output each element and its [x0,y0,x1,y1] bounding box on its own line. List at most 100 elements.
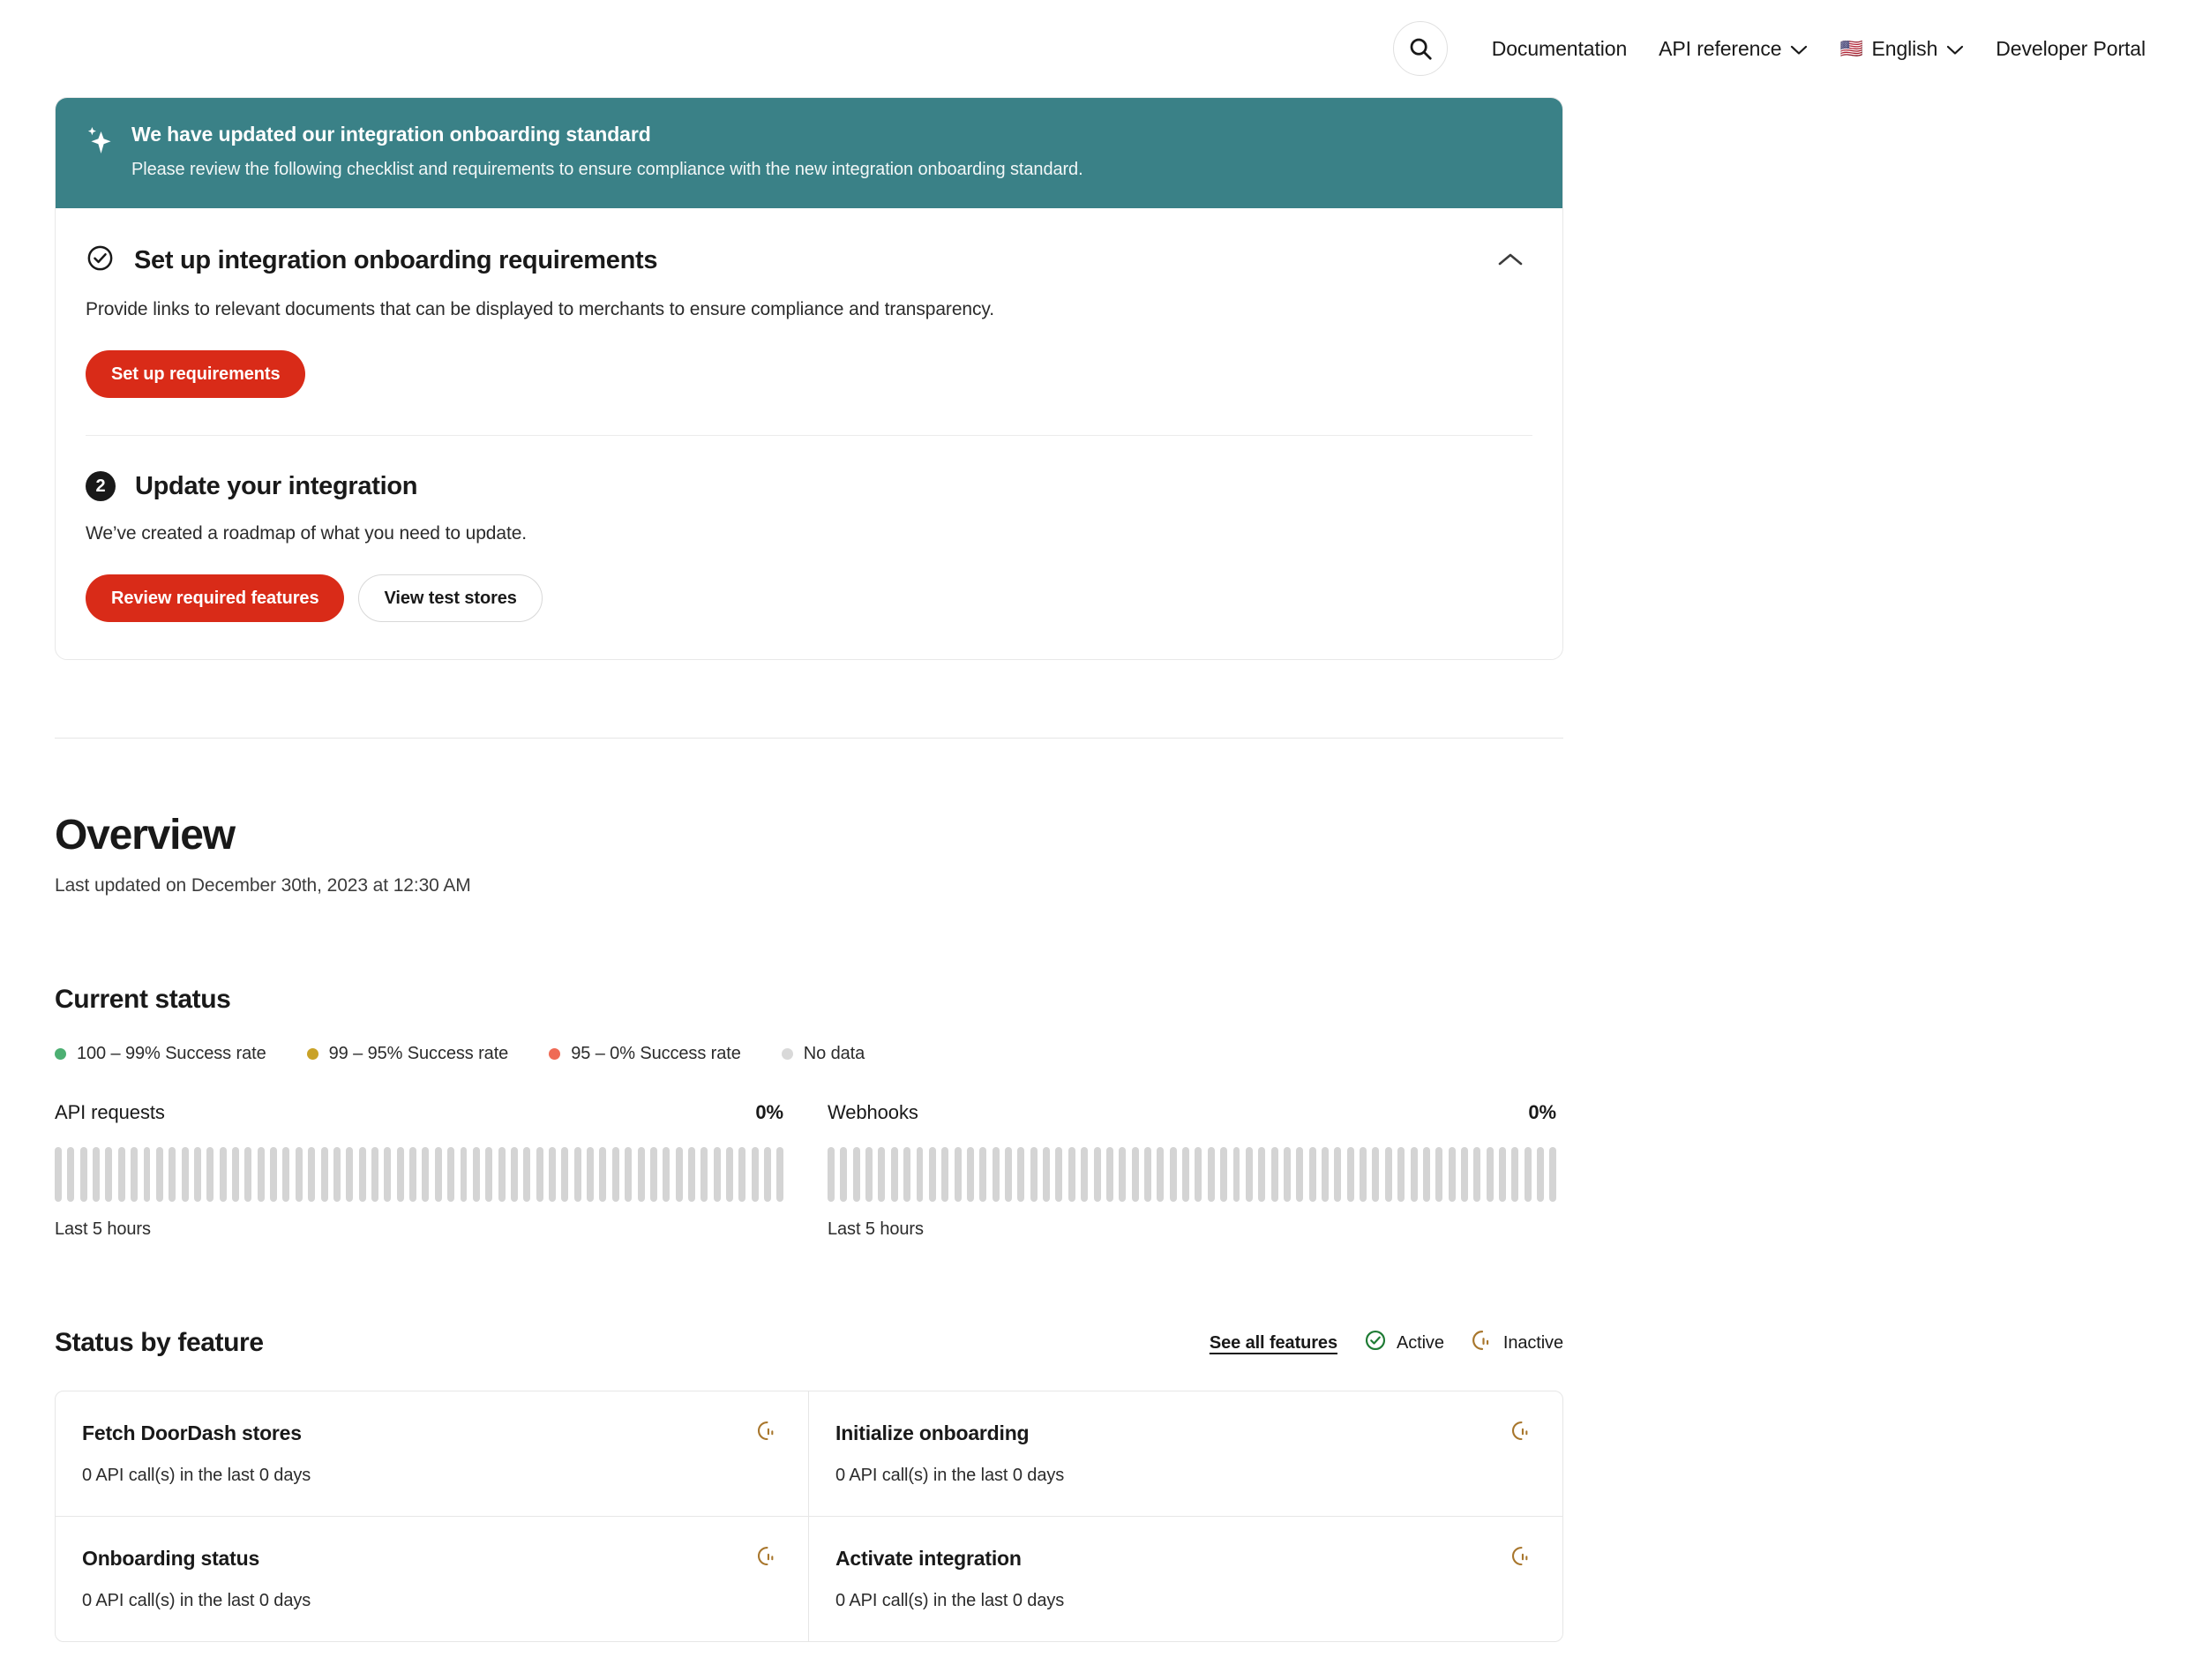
chart-bar[interactable] [637,1147,645,1202]
chart-bar[interactable] [687,1147,695,1202]
chart-bar[interactable] [1030,1147,1038,1202]
chart-bar[interactable] [1486,1147,1494,1202]
chart-bar[interactable] [675,1147,683,1202]
chart-bar[interactable] [320,1147,328,1202]
chart-bar[interactable] [282,1147,290,1202]
review-required-features-button[interactable]: Review required features [86,574,345,622]
chart-bar[interactable] [764,1147,772,1202]
chart-bar[interactable] [193,1147,201,1202]
chart-bar[interactable] [510,1147,518,1202]
chart-bar[interactable] [333,1147,341,1202]
chart-bars[interactable] [828,1147,1557,1202]
chart-bar[interactable] [1322,1147,1329,1202]
feature-card-initialize-onboarding[interactable]: Initialize onboarding 0 API call(s) in t… [809,1391,1562,1517]
chart-bar[interactable] [1270,1147,1278,1202]
chart-bar[interactable] [143,1147,151,1202]
chart-bar[interactable] [1220,1147,1228,1202]
chart-bar[interactable] [1157,1147,1165,1202]
chart-bar[interactable] [523,1147,531,1202]
chart-bar[interactable] [1360,1147,1367,1202]
chart-bar[interactable] [828,1147,835,1202]
nav-link-language-selector[interactable]: 🇺🇸 English [1824,30,1980,68]
chart-bar[interactable] [776,1147,784,1202]
chart-bar[interactable] [738,1147,746,1202]
chart-bar[interactable] [1410,1147,1418,1202]
chart-bar[interactable] [1258,1147,1266,1202]
chart-bar[interactable] [865,1147,873,1202]
chart-bar[interactable] [1499,1147,1507,1202]
chart-bar[interactable] [536,1147,543,1202]
chart-bar[interactable] [1460,1147,1468,1202]
chart-bar[interactable] [561,1147,569,1202]
chart-bar[interactable] [1397,1147,1405,1202]
chart-bar[interactable] [1245,1147,1253,1202]
chart-bar[interactable] [1283,1147,1291,1202]
chart-bar[interactable] [1005,1147,1012,1202]
chart-bar[interactable] [1435,1147,1443,1202]
chart-bar[interactable] [117,1147,125,1202]
chart-bar[interactable] [751,1147,759,1202]
chart-bar[interactable] [434,1147,442,1202]
chart-bar[interactable] [1043,1147,1051,1202]
chart-bar[interactable] [346,1147,354,1202]
chart-bar[interactable] [1081,1147,1089,1202]
chart-bar[interactable] [1169,1147,1177,1202]
chart-bar[interactable] [498,1147,506,1202]
chart-bar[interactable] [1207,1147,1215,1202]
chart-bar[interactable] [67,1147,75,1202]
feature-card-activate-integration[interactable]: Activate integration 0 API call(s) in th… [809,1517,1562,1641]
chart-bar[interactable] [447,1147,455,1202]
chart-bar[interactable] [1232,1147,1240,1202]
chart-bar[interactable] [1537,1147,1545,1202]
chart-bar[interactable] [1511,1147,1519,1202]
chart-bar[interactable] [928,1147,936,1202]
nav-link-developer-portal[interactable]: Developer Portal [1980,30,2161,68]
chart-bar[interactable] [295,1147,303,1202]
chart-bar[interactable] [384,1147,392,1202]
search-button[interactable] [1392,21,1448,76]
chart-bar[interactable] [916,1147,924,1202]
chart-bar[interactable] [1334,1147,1342,1202]
chart-bar[interactable] [358,1147,366,1202]
chart-bar[interactable] [155,1147,163,1202]
chart-bar[interactable] [852,1147,860,1202]
chart-bar[interactable] [573,1147,581,1202]
view-test-stores-button[interactable]: View test stores [358,574,543,622]
feature-card-fetch-doordash-stores[interactable]: Fetch DoorDash stores 0 API call(s) in t… [56,1391,809,1517]
chart-bar[interactable] [1422,1147,1430,1202]
chart-bar[interactable] [93,1147,101,1202]
chart-bar[interactable] [244,1147,252,1202]
chart-bar[interactable] [485,1147,493,1202]
chart-bar[interactable] [979,1147,987,1202]
chart-bar[interactable] [181,1147,189,1202]
chart-bar[interactable] [396,1147,404,1202]
chart-bar[interactable] [1473,1147,1481,1202]
chart-bar[interactable] [371,1147,378,1202]
chart-bar[interactable] [1055,1147,1063,1202]
chart-bar[interactable] [422,1147,430,1202]
chart-bar[interactable] [1068,1147,1075,1202]
feature-card-onboarding-status[interactable]: Onboarding status 0 API call(s) in the l… [56,1517,809,1641]
chart-bar[interactable] [1384,1147,1392,1202]
chart-bars[interactable] [55,1147,784,1202]
chart-bar[interactable] [1105,1147,1113,1202]
chart-bar[interactable] [206,1147,214,1202]
chart-bar[interactable] [1195,1147,1202,1202]
chart-bar[interactable] [890,1147,898,1202]
nav-link-documentation[interactable]: Documentation [1476,30,1643,68]
chart-bar[interactable] [611,1147,619,1202]
chart-bar[interactable] [599,1147,607,1202]
chart-bar[interactable] [1448,1147,1456,1202]
chart-bar[interactable] [649,1147,657,1202]
chart-bar[interactable] [1308,1147,1316,1202]
chart-bar[interactable] [966,1147,974,1202]
chart-bar[interactable] [992,1147,1000,1202]
chart-bar[interactable] [663,1147,670,1202]
chart-bar[interactable] [587,1147,595,1202]
chart-bar[interactable] [79,1147,87,1202]
chart-bar[interactable] [219,1147,227,1202]
chart-bar[interactable] [700,1147,708,1202]
chart-bar[interactable] [954,1147,962,1202]
chart-bar[interactable] [625,1147,633,1202]
chart-bar[interactable] [1296,1147,1304,1202]
